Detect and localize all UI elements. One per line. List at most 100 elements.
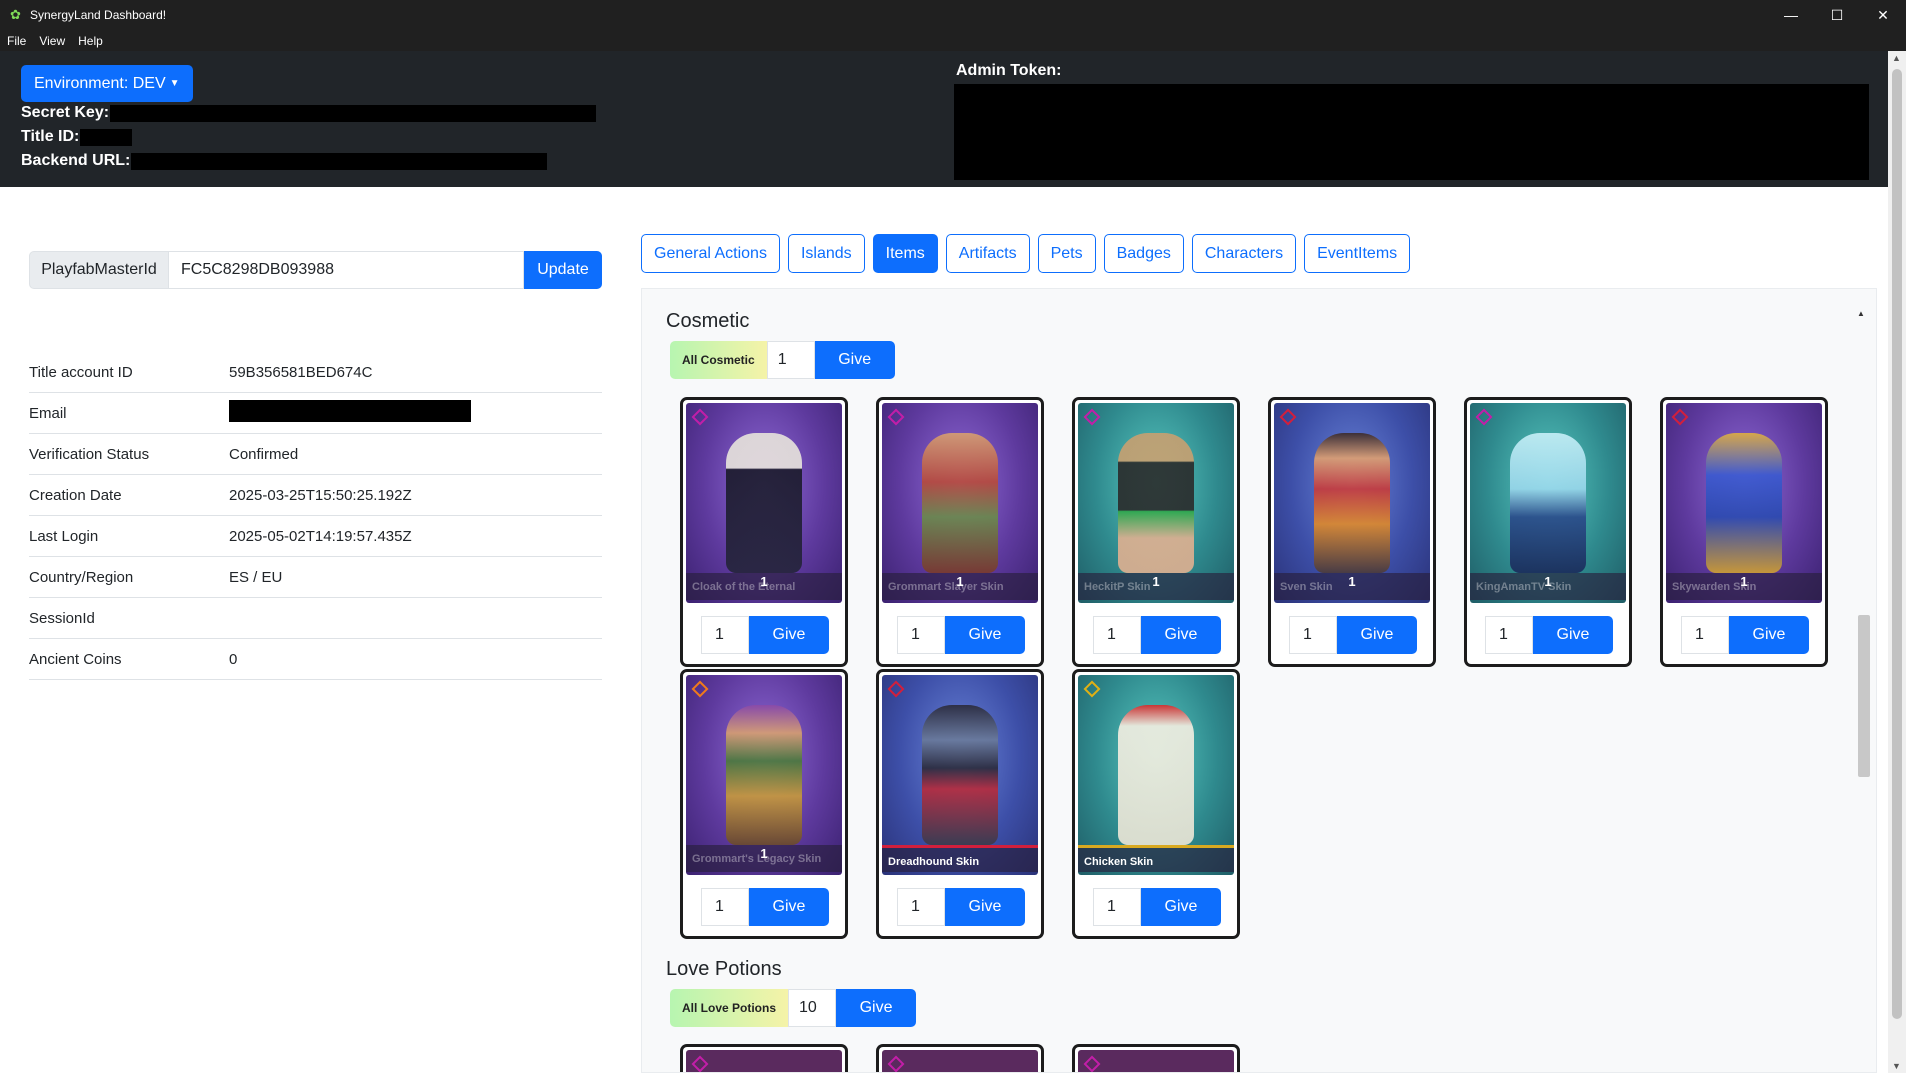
rarity-diamond-icon bbox=[691, 680, 709, 698]
character-figure bbox=[922, 705, 998, 845]
item-owned-count: 1 bbox=[1348, 574, 1356, 589]
admin-token-label: Admin Token: bbox=[956, 62, 1062, 79]
item-give-group: 1 Give bbox=[1093, 616, 1221, 654]
item-card: HeckitP Skin 1 1 Give bbox=[1072, 397, 1240, 667]
give-all-love-potions-button[interactable]: Give bbox=[836, 989, 917, 1027]
item-card bbox=[876, 1044, 1044, 1072]
scrollbar-thumb[interactable] bbox=[1892, 69, 1902, 1019]
tab-badges[interactable]: Badges bbox=[1103, 234, 1184, 273]
maximize-button[interactable]: ☐ bbox=[1814, 0, 1860, 30]
item-owned-count: 1 bbox=[1152, 574, 1160, 589]
item-give-group: 1 Give bbox=[897, 616, 1025, 654]
rarity-diamond-icon bbox=[887, 1055, 905, 1072]
table-row: Creation Date 2025-03-25T15:50:25.192Z bbox=[29, 475, 602, 516]
table-row: SessionId bbox=[29, 598, 602, 639]
item-qty-input[interactable]: 1 bbox=[1485, 616, 1533, 654]
category-tabs: General Actions Islands Items Artifacts … bbox=[641, 234, 1418, 273]
info-key: Email bbox=[29, 404, 67, 422]
rarity-diamond-icon bbox=[691, 408, 709, 426]
info-value: 2025-03-25T15:50:25.192Z bbox=[229, 486, 412, 504]
item-give-button[interactable]: Give bbox=[1141, 616, 1221, 654]
item-qty-input[interactable]: 1 bbox=[701, 616, 749, 654]
info-value: 2025-05-02T14:19:57.435Z bbox=[229, 527, 412, 545]
update-button[interactable]: Update bbox=[524, 251, 602, 289]
environment-dropdown[interactable]: Environment: DEV ▼ bbox=[21, 65, 193, 102]
all-cosmetic-qty-input[interactable]: 1 bbox=[766, 341, 815, 379]
info-value: Confirmed bbox=[229, 445, 299, 463]
master-id-input[interactable]: FC5C8298DB093988 bbox=[169, 251, 524, 289]
item-give-button[interactable]: Give bbox=[1729, 616, 1809, 654]
rarity-diamond-icon bbox=[1083, 1055, 1101, 1072]
tab-pets[interactable]: Pets bbox=[1037, 234, 1096, 273]
item-qty-input[interactable]: 1 bbox=[1093, 616, 1141, 654]
item-name: Chicken Skin bbox=[1078, 845, 1234, 872]
rarity-diamond-icon bbox=[1083, 408, 1101, 426]
items-scrollbar[interactable]: ▲ bbox=[1845, 289, 1875, 1072]
item-card: Chicken Skin 1 Give bbox=[1072, 669, 1240, 939]
info-value: 0 bbox=[229, 650, 238, 668]
tab-general-actions[interactable]: General Actions bbox=[641, 234, 780, 273]
item-qty-input[interactable]: 1 bbox=[897, 888, 945, 926]
admin-token-redacted bbox=[954, 84, 1869, 180]
secret-key-row: Secret Key: bbox=[21, 104, 597, 122]
item-card: Dreadhound Skin 1 Give bbox=[876, 669, 1044, 939]
caret-down-icon: ▼ bbox=[169, 78, 180, 89]
backend-url-row: Backend URL: bbox=[21, 152, 548, 170]
item-give-button[interactable]: Give bbox=[749, 616, 829, 654]
scroll-up-icon[interactable]: ▲ bbox=[1857, 309, 1865, 318]
item-give-button[interactable]: Give bbox=[945, 616, 1025, 654]
give-all-cosmetic-group: All Cosmetic 1 Give bbox=[670, 341, 895, 379]
close-button[interactable]: ✕ bbox=[1860, 0, 1906, 30]
item-name: Dreadhound Skin bbox=[882, 845, 1038, 872]
info-key: Last Login bbox=[29, 527, 99, 545]
item-image bbox=[1078, 1050, 1234, 1072]
app-icon: ✿ bbox=[10, 7, 21, 22]
character-figure bbox=[1118, 433, 1194, 573]
scrollbar-thumb[interactable] bbox=[1858, 615, 1870, 777]
window-controls: — ☐ ✕ bbox=[1768, 0, 1906, 30]
item-give-button[interactable]: Give bbox=[945, 888, 1025, 926]
item-qty-input[interactable]: 1 bbox=[897, 616, 945, 654]
title-bar: ✿ SynergyLand Dashboard! — ☐ ✕ bbox=[0, 0, 1906, 30]
menu-view[interactable]: View bbox=[39, 34, 65, 48]
item-give-button[interactable]: Give bbox=[1141, 888, 1221, 926]
item-give-button[interactable]: Give bbox=[749, 888, 829, 926]
table-row: Last Login 2025-05-02T14:19:57.435Z bbox=[29, 516, 602, 557]
tab-characters[interactable]: Characters bbox=[1191, 234, 1297, 273]
environment-header: Environment: DEV ▼ Secret Key: Title ID:… bbox=[0, 51, 1888, 187]
menu-file[interactable]: File bbox=[7, 34, 26, 48]
tab-eventitems[interactable]: EventItems bbox=[1304, 234, 1411, 273]
item-qty-input[interactable]: 1 bbox=[1093, 888, 1141, 926]
tab-artifacts[interactable]: Artifacts bbox=[945, 234, 1030, 273]
email-redacted bbox=[229, 400, 471, 422]
minimize-button[interactable]: — bbox=[1768, 0, 1814, 30]
rarity-diamond-icon bbox=[887, 408, 905, 426]
info-value bbox=[229, 400, 602, 426]
item-qty-input[interactable]: 1 bbox=[1289, 616, 1337, 654]
all-cosmetic-tag: All Cosmetic bbox=[670, 341, 767, 379]
character-figure bbox=[1510, 433, 1586, 573]
section-title-cosmetic: Cosmetic bbox=[666, 310, 750, 332]
item-give-group: 1 Give bbox=[1681, 616, 1809, 654]
tab-items[interactable]: Items bbox=[872, 234, 938, 273]
item-card: KingAmanTV Skin 1 1 Give bbox=[1464, 397, 1632, 667]
give-all-love-potions-group: All Love Potions 10 Give bbox=[670, 989, 917, 1027]
item-card bbox=[1072, 1044, 1240, 1072]
all-love-potions-qty-input[interactable]: 10 bbox=[788, 989, 837, 1027]
item-give-button[interactable]: Give bbox=[1337, 616, 1417, 654]
menu-help[interactable]: Help bbox=[78, 34, 103, 48]
item-qty-input[interactable]: 1 bbox=[1681, 616, 1729, 654]
give-all-cosmetic-button[interactable]: Give bbox=[814, 341, 895, 379]
scroll-up-icon[interactable]: ▲ bbox=[1892, 53, 1901, 63]
item-card bbox=[680, 1044, 848, 1072]
tab-islands[interactable]: Islands bbox=[787, 234, 865, 273]
item-image bbox=[882, 1050, 1038, 1072]
item-give-button[interactable]: Give bbox=[1533, 616, 1613, 654]
scroll-down-icon[interactable]: ▼ bbox=[1892, 1061, 1901, 1071]
info-key: Creation Date bbox=[29, 486, 122, 504]
rarity-diamond-icon bbox=[1083, 680, 1101, 698]
rarity-diamond-icon bbox=[691, 1055, 709, 1072]
backend-url-label: Backend URL: bbox=[21, 152, 131, 169]
item-qty-input[interactable]: 1 bbox=[701, 888, 749, 926]
window-scrollbar[interactable]: ▲ ▼ bbox=[1888, 51, 1906, 1073]
